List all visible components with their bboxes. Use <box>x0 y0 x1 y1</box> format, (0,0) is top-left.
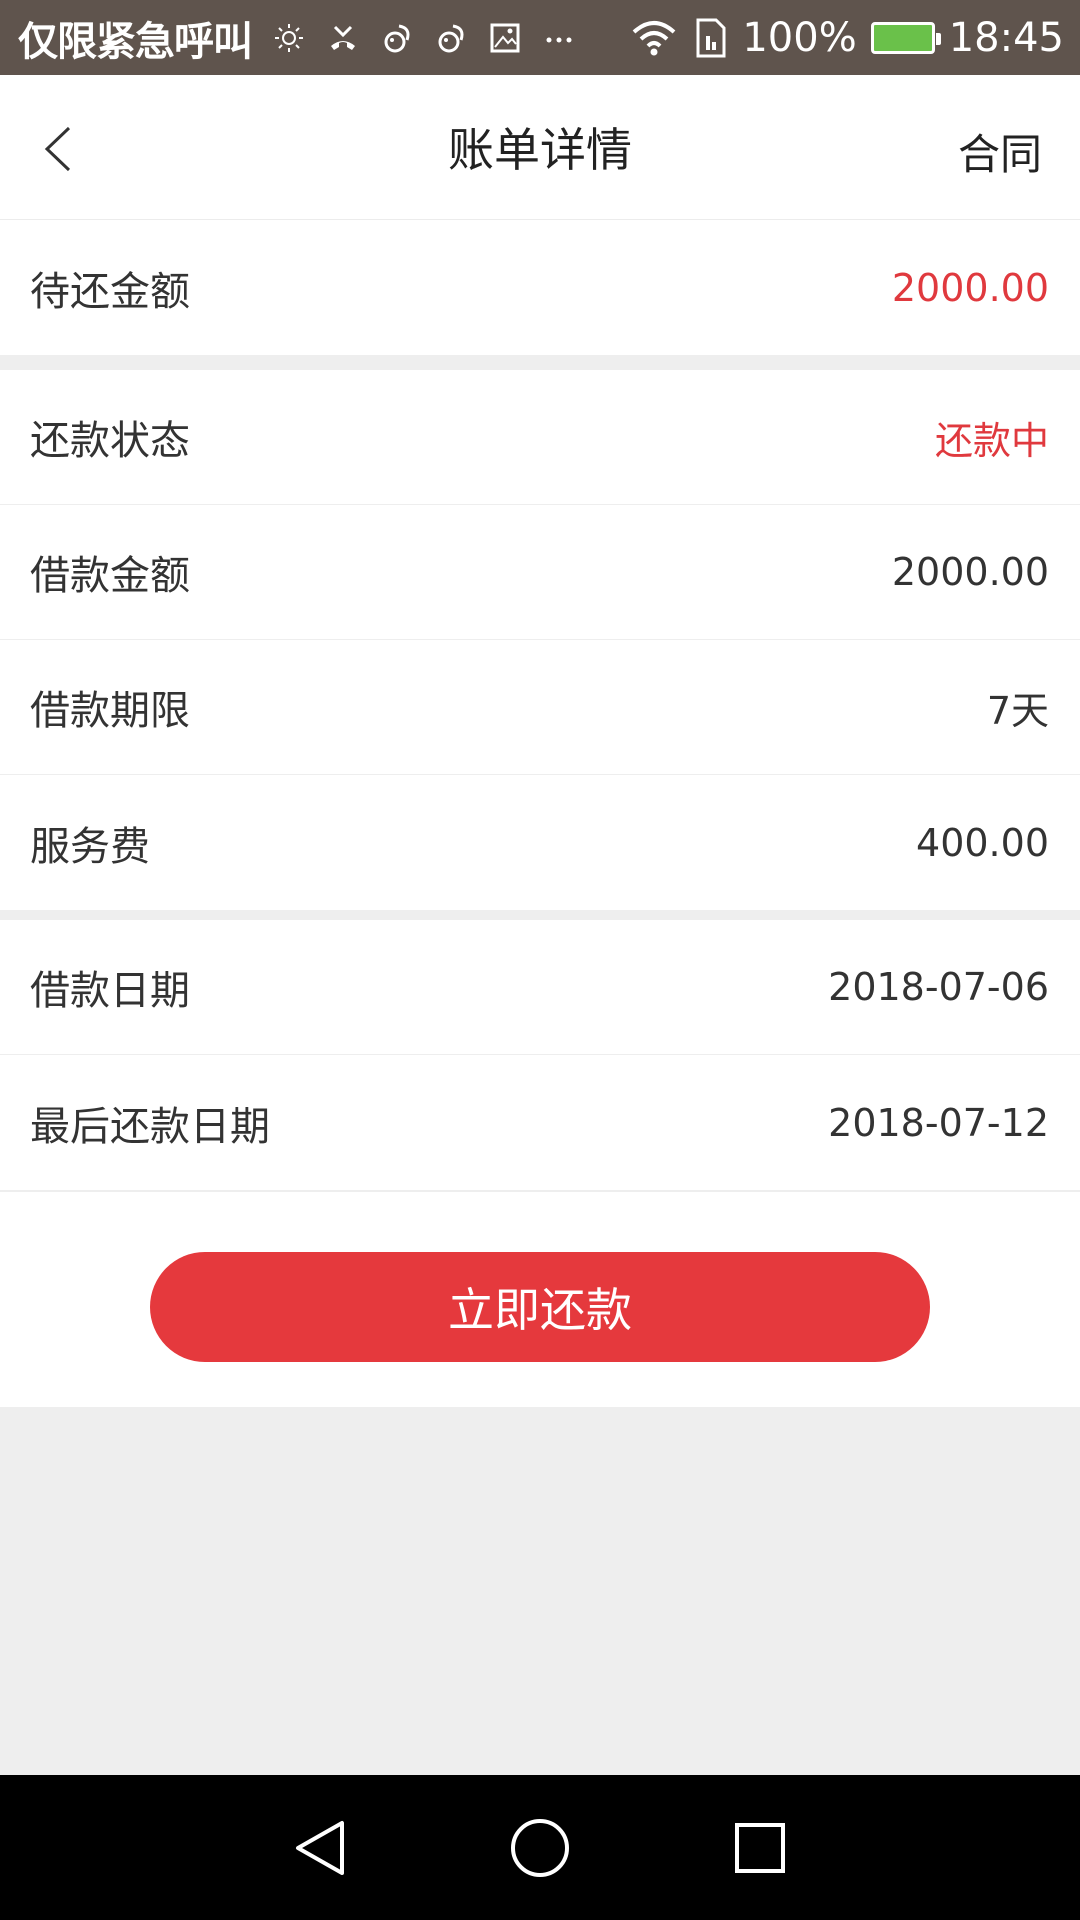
dates-section: 借款日期 2018-07-06 最后还款日期 2018-07-12 <box>0 920 1080 1190</box>
app-header: 账单详情 合同 <box>0 75 1080 220</box>
repay-status-value: 还款中 <box>934 418 1049 463</box>
missed-call-icon <box>326 21 360 55</box>
recents-square-icon <box>735 1822 785 1873</box>
row-label: 还款状态 <box>30 418 190 464</box>
more-icon <box>542 21 576 55</box>
carrier-text: 仅限紧急呼叫 <box>18 18 253 65</box>
squirrel-icon <box>380 21 414 55</box>
status-bar: 仅限紧急呼叫 100% 18:45 <box>0 0 1080 75</box>
back-triangle-icon <box>296 1820 344 1875</box>
nav-home-button[interactable] <box>505 1813 575 1883</box>
nav-back-button[interactable] <box>285 1813 355 1883</box>
details-section: 还款状态 还款中 借款金额 2000.00 借款期限 7天 服务费 400.00 <box>0 370 1080 910</box>
date-row: 最后还款日期 2018-07-12 <box>0 1055 1080 1190</box>
row-label: 最后还款日期 <box>30 1103 270 1150</box>
contract-link[interactable]: 合同 <box>958 121 1042 182</box>
row-value: 2018-07-06 <box>828 965 1049 1009</box>
system-nav-bar <box>0 1775 1080 1920</box>
status-right: 100% 18:45 <box>630 15 1064 61</box>
battery-charging-icon <box>870 21 941 54</box>
wifi-icon <box>630 18 678 58</box>
pending-amount-row: 待还金额 2000.00 <box>0 220 1080 355</box>
home-circle-icon <box>511 1818 569 1877</box>
row-label: 待还金额 <box>30 268 190 315</box>
pending-section: 待还金额 2000.00 <box>0 220 1080 355</box>
status-time: 18:45 <box>948 14 1064 61</box>
sim-icon <box>692 18 728 58</box>
repay-now-button[interactable]: 立即还款 <box>150 1252 930 1362</box>
chevron-left-icon <box>44 126 71 172</box>
date-row: 借款日期 2018-07-06 <box>0 920 1080 1055</box>
brightness-icon <box>272 21 306 55</box>
image-icon <box>488 21 522 55</box>
row-label: 借款期限 <box>30 688 190 734</box>
pending-amount-value: 2000.00 <box>891 265 1049 310</box>
row-value: 2018-07-12 <box>828 1100 1049 1145</box>
battery-percent: 100% <box>742 14 857 61</box>
row-value: 7天 <box>986 688 1049 733</box>
page-title: 账单详情 <box>448 123 632 177</box>
row-label: 服务费 <box>30 823 150 870</box>
detail-row: 服务费 400.00 <box>0 775 1080 910</box>
action-panel: 立即还款 <box>0 1191 1080 1407</box>
detail-row: 借款期限 7天 <box>0 640 1080 775</box>
detail-row: 还款状态 还款中 <box>0 370 1080 505</box>
squirrel-icon <box>434 21 468 55</box>
nav-recents-button[interactable] <box>725 1813 795 1883</box>
row-label: 借款日期 <box>30 968 190 1014</box>
row-value: 2000.00 <box>891 550 1049 594</box>
row-value: 400.00 <box>916 820 1049 865</box>
detail-row: 借款金额 2000.00 <box>0 505 1080 640</box>
status-left: 仅限紧急呼叫 <box>18 9 576 67</box>
screen: 仅限紧急呼叫 100% 18:45 账单详情 合同 待还金额 2000.00 还… <box>0 0 1080 1920</box>
back-button[interactable] <box>28 115 88 183</box>
row-label: 借款金额 <box>30 553 190 599</box>
